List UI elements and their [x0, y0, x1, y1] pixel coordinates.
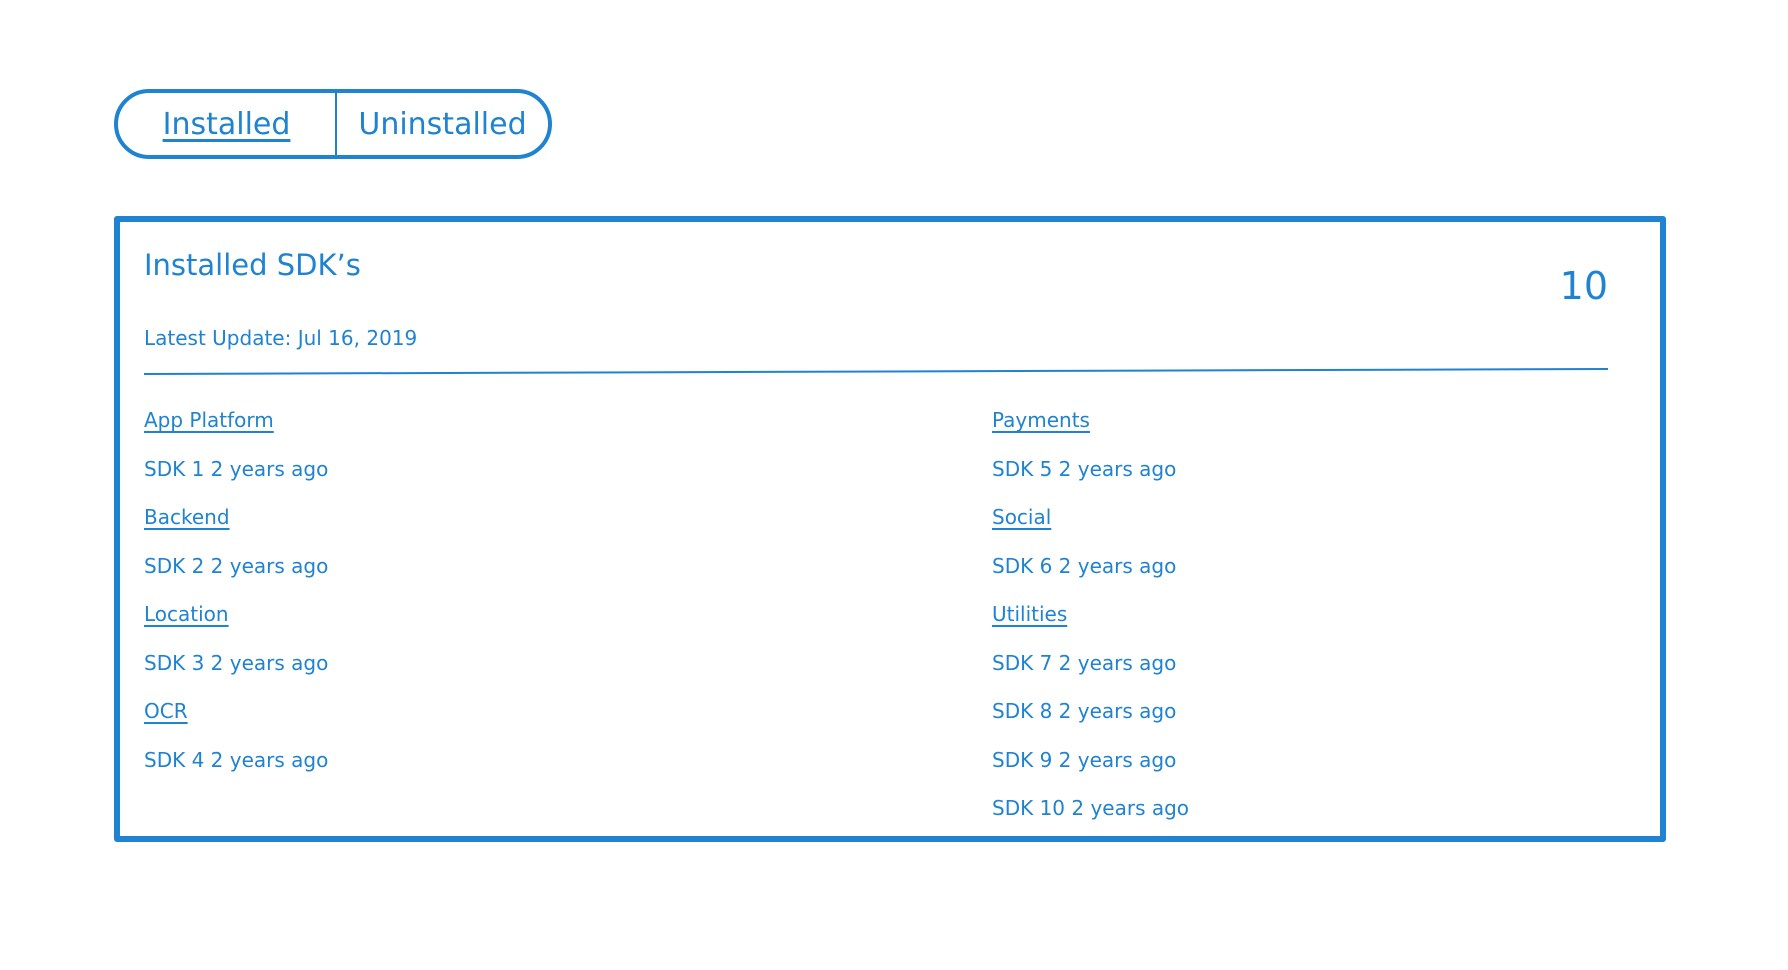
category-row: Social	[992, 493, 1189, 542]
sdk-label: SDK 1 2 years ago	[144, 456, 329, 481]
card-title: Installed SDK’s	[144, 248, 361, 282]
sdk-label: SDK 3 2 years ago	[144, 650, 329, 675]
category-link[interactable]: Backend	[144, 505, 230, 529]
category-row: OCR	[144, 687, 328, 736]
sdk-label: SDK 6 2 years ago	[992, 553, 1177, 578]
sdk-row: SDK 1 2 years ago	[144, 445, 328, 494]
latest-update: Latest Update: Jul 16, 2019	[144, 326, 418, 350]
category-link[interactable]: App Platform	[144, 408, 274, 432]
sdk-row: SDK 4 2 years ago	[144, 736, 328, 785]
sdk-row: SDK 8 2 years ago	[992, 687, 1189, 736]
category-link[interactable]: Payments	[992, 408, 1090, 432]
tab-toggle: Installed Uninstalled	[114, 89, 552, 159]
sdk-label: SDK 10 2 years ago	[992, 796, 1190, 821]
category-row: Location	[144, 590, 328, 639]
category-row: Backend	[144, 493, 328, 542]
sdk-row: SDK 7 2 years ago	[992, 639, 1189, 688]
tab-installed[interactable]: Installed	[118, 93, 337, 155]
sdk-label: SDK 9 2 years ago	[992, 747, 1177, 772]
sdk-label: SDK 2 2 years ago	[144, 553, 329, 578]
sdk-label: SDK 4 2 years ago	[144, 747, 329, 772]
sdk-row: SDK 2 2 years ago	[144, 542, 328, 591]
sdk-row: SDK 10 2 years ago	[992, 784, 1189, 833]
tab-uninstalled[interactable]: Uninstalled	[337, 93, 548, 155]
sdk-label: SDK 5 2 years ago	[992, 456, 1177, 481]
sdk-label: SDK 7 2 years ago	[992, 650, 1177, 675]
sdk-list-left: App Platform SDK 1 2 years ago Backend SDK …	[144, 396, 328, 784]
sdk-list-right: Payments SDK 5 2 years ago Social SDK 6 2 y…	[992, 396, 1189, 833]
category-row: Payments	[992, 396, 1189, 445]
category-link[interactable]: OCR	[144, 699, 188, 723]
sdk-row: SDK 6 2 years ago	[992, 542, 1189, 591]
category-link[interactable]: Location	[144, 602, 229, 626]
category-row: Utilities	[992, 590, 1189, 639]
sdk-row: SDK 5 2 years ago	[992, 445, 1189, 494]
category-row: App Platform	[144, 396, 328, 445]
installed-sdks-card: Installed SDK’s 10 Latest Update: Jul 16…	[114, 216, 1666, 842]
category-link[interactable]: Utilities	[992, 602, 1067, 626]
sdk-row: SDK 9 2 years ago	[992, 736, 1189, 785]
card-divider	[144, 368, 1608, 375]
category-link[interactable]: Social	[992, 505, 1051, 529]
sdk-label: SDK 8 2 years ago	[992, 699, 1177, 724]
sdk-count: 10	[1559, 264, 1608, 308]
sdk-row: SDK 3 2 years ago	[144, 639, 328, 688]
